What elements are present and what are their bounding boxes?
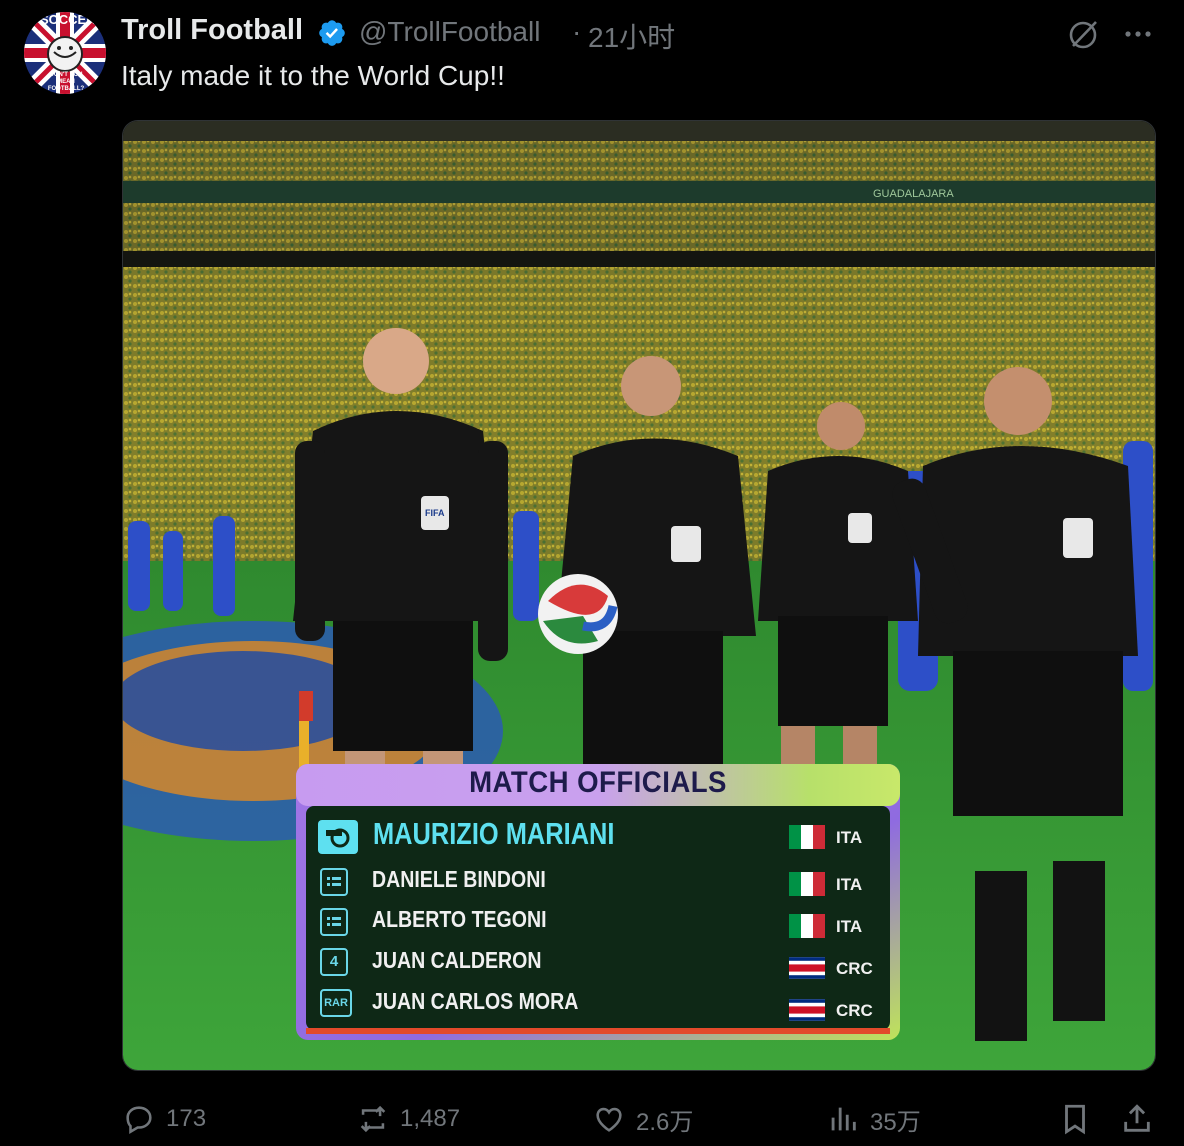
separator-dot: · xyxy=(572,16,582,47)
fifa-badge-text: FIFA xyxy=(425,508,445,518)
bookmark-icon xyxy=(1065,1104,1085,1135)
grok-icon[interactable] xyxy=(1066,16,1102,52)
repost-icon xyxy=(360,1105,386,1133)
views-icon xyxy=(831,1107,856,1131)
stadium-banner-text: GUADALAJARA xyxy=(873,188,954,200)
official-name-2: DANIELE BINDONI xyxy=(372,866,546,892)
verified-badge-icon xyxy=(319,20,345,46)
view-count: 35万 xyxy=(870,1108,921,1136)
flag-card-icon xyxy=(320,908,348,936)
reply-button[interactable]: 173 xyxy=(122,1100,206,1138)
author-name[interactable]: Troll Football xyxy=(121,14,303,47)
official-name-4: JUAN CALDERON xyxy=(372,947,542,973)
reply-icon xyxy=(126,1106,152,1135)
bookmark-button[interactable] xyxy=(1058,1100,1092,1138)
official-country-3: ITA xyxy=(836,917,863,936)
reply-count: 173 xyxy=(166,1105,207,1132)
like-count: 2.6万 xyxy=(636,1108,694,1136)
share-icon xyxy=(1124,1104,1150,1132)
official-country-4: CRC xyxy=(836,959,873,978)
tweet-text: Italy made it to the World Cup!! xyxy=(121,60,505,91)
repost-count: 1,487 xyxy=(400,1105,461,1132)
italy-flag-icon xyxy=(789,825,825,849)
whistle-icon xyxy=(318,820,358,854)
post-time[interactable]: 21小时 xyxy=(588,16,675,56)
official-country-1: ITA xyxy=(836,828,863,847)
share-button[interactable] xyxy=(1120,1100,1154,1138)
official-name-5: JUAN CARLOS MORA xyxy=(372,988,579,1014)
more-options-icon[interactable] xyxy=(1120,20,1156,48)
costa-rica-flag-icon xyxy=(789,957,825,979)
repost-button[interactable]: 1,487 xyxy=(356,1100,460,1138)
avatar-bottom-text: DON'T YOU MEAN FOOTBALL? xyxy=(47,72,85,92)
rar-icon: RAR xyxy=(320,989,352,1017)
author-handle[interactable]: @TrollFootball xyxy=(359,16,540,48)
flag-card-icon xyxy=(320,868,348,896)
official-name-1: MAURIZIO MARIANI xyxy=(373,816,615,851)
official-name-3: ALBERTO TEGONI xyxy=(372,906,547,932)
author-avatar[interactable]: SOCCER DON'T YOU MEAN FOOTBALL? xyxy=(24,12,106,94)
italy-flag-icon xyxy=(789,914,825,938)
official-country-2: ITA xyxy=(836,875,863,894)
like-button[interactable]: 2.6万 xyxy=(592,1100,693,1138)
avatar-top-text: SOCCER xyxy=(40,12,96,27)
costa-rica-flag-icon xyxy=(789,999,825,1021)
overlay-title: MATCH OFFICIALS xyxy=(469,766,727,799)
views-button[interactable]: 35万 xyxy=(826,1100,921,1138)
heart-icon xyxy=(596,1107,622,1132)
italy-flag-icon xyxy=(789,872,825,896)
fourth-official-icon: 4 xyxy=(320,948,348,976)
official-country-5: CRC xyxy=(836,1001,873,1020)
